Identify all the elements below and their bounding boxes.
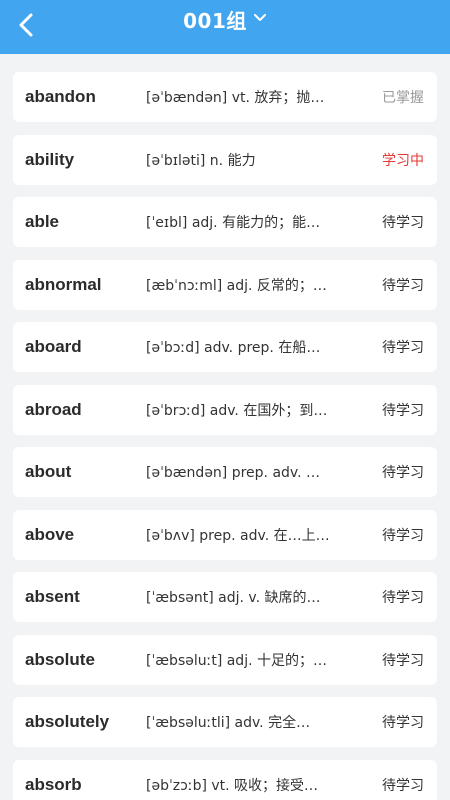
word-definition: [əˈbændən] vt. 放弃；抛弃… <box>146 90 332 106</box>
word-definition: [əbˈzɔːb] vt. 吸收；接受；… <box>146 777 332 794</box>
word-text: above <box>25 524 75 544</box>
back-button[interactable] <box>10 8 44 42</box>
word-list: abandon [əˈbændən] vt. 放弃；抛弃… 已掌握 ability [ə… <box>13 72 437 800</box>
word-row[interactable]: abandon [əˈbændən] vt. 放弃；抛弃… 已掌握 <box>13 72 437 122</box>
chevron-down-icon <box>253 14 266 21</box>
word-definition: [əˈbɔːd] adv. prep. 在船（… <box>146 340 332 356</box>
word-text: ability <box>25 149 75 169</box>
page-title: 001组 <box>183 8 247 33</box>
word-definition: [əˈbændən] prep. adv. 关… <box>146 465 332 481</box>
word-definition: [əˈbʌv] prep. adv. 在…上面… <box>146 527 332 544</box>
chevron-left-icon <box>19 13 33 37</box>
status-badge: 待学习 <box>382 715 424 731</box>
word-text: abandon <box>25 87 96 106</box>
status-badge: 待学习 <box>382 527 424 544</box>
word-text: absent <box>25 587 80 606</box>
status-badge: 待学习 <box>382 652 424 669</box>
word-text: abnormal <box>25 274 102 294</box>
word-row[interactable]: abroad [əˈbrɔːd] adv. 在国外；到… 待学习 <box>13 384 437 435</box>
word-text: absolutely <box>25 712 110 731</box>
status-badge: 待学习 <box>382 215 424 231</box>
word-text: about <box>25 462 72 481</box>
word-text: absorb <box>25 774 82 794</box>
word-row[interactable]: above [əˈbʌv] prep. adv. 在…上面… 待学习 <box>13 509 437 560</box>
word-row[interactable]: absent [ˈæbsənt] adj. v. 缺席的… 待学习 <box>13 572 437 622</box>
word-row[interactable]: ability [əˈbɪləti] n. 能力 学习中 <box>13 134 437 185</box>
word-definition: [əˈbɪləti] n. 能力 <box>146 152 256 169</box>
status-badge: 学习中 <box>382 152 424 169</box>
word-text: able <box>25 212 60 231</box>
status-badge: 待学习 <box>382 777 424 794</box>
status-badge: 已掌握 <box>382 90 424 106</box>
word-text: abroad <box>25 399 82 419</box>
word-row[interactable]: about [əˈbændən] prep. adv. 关… 待学习 <box>13 447 437 497</box>
word-row[interactable]: absorb [əbˈzɔːb] vt. 吸收；接受；… 待学习 <box>13 759 437 800</box>
word-text: aboard <box>25 337 82 356</box>
word-definition: [əˈbrɔːd] adv. 在国外；到… <box>146 402 328 419</box>
word-text: absolute <box>25 649 95 669</box>
word-row[interactable]: able [ˈeɪbl] adj. 有能力的；能… 待学习 <box>13 197 437 247</box>
word-definition: [ˈæbsəluːtli] adv. 完全… <box>146 715 311 731</box>
app-header: 001组 <box>0 0 450 54</box>
status-badge: 待学习 <box>382 590 424 606</box>
group-selector[interactable]: 001组 <box>183 5 267 34</box>
word-row[interactable]: absolute [ˈæbsəluːt] adj. 十足的；… 待学习 <box>13 634 437 685</box>
word-definition: [ˈæbsənt] adj. v. 缺席的… <box>146 590 321 606</box>
word-row[interactable]: abnormal [æbˈnɔːml] adj. 反常的；… 待学习 <box>13 259 437 310</box>
status-badge: 待学习 <box>382 465 424 481</box>
word-row[interactable]: absolutely [ˈæbsəluːtli] adv. 完全… 待学习 <box>13 697 437 747</box>
status-badge: 待学习 <box>382 402 424 419</box>
word-row[interactable]: aboard [əˈbɔːd] adv. prep. 在船（… 待学习 <box>13 322 437 372</box>
status-badge: 待学习 <box>382 340 424 356</box>
word-definition: [ˈæbsəluːt] adj. 十足的；… <box>146 652 327 669</box>
word-definition: [ˈeɪbl] adj. 有能力的；能… <box>146 215 321 231</box>
word-definition: [æbˈnɔːml] adj. 反常的；… <box>146 277 327 294</box>
status-badge: 待学习 <box>382 277 424 294</box>
